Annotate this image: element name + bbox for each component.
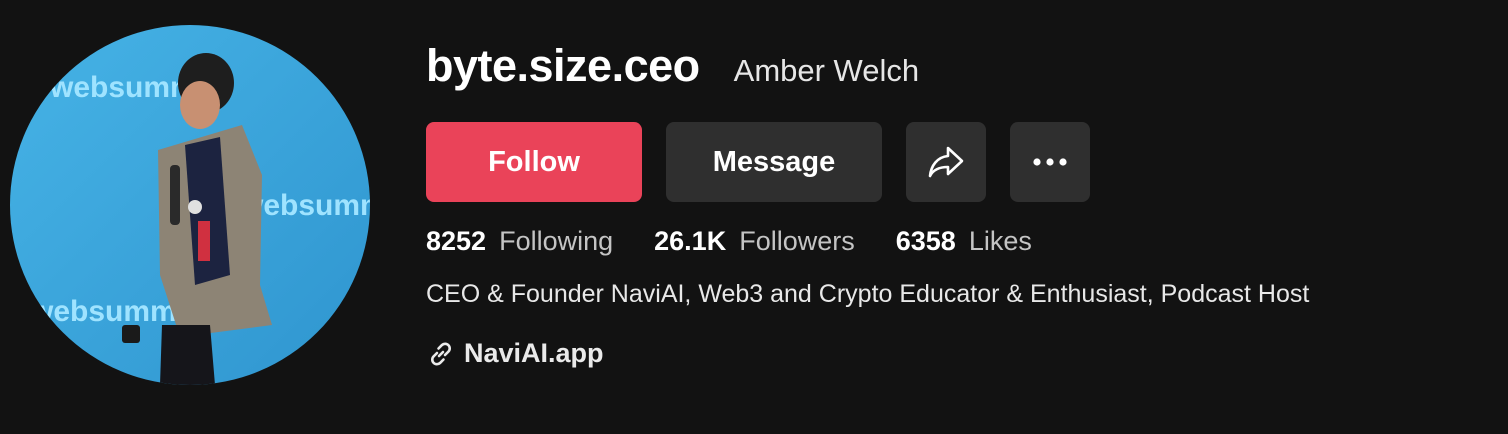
display-name: Amber Welch: [733, 53, 920, 88]
stat-label: Followers: [739, 226, 855, 256]
share-button[interactable]: [906, 122, 986, 202]
profile-bio: CEO & Founder NaviAI, Web3 and Crypto Ed…: [426, 280, 1310, 308]
stat-label: Likes: [968, 226, 1032, 256]
link-icon: [426, 339, 456, 369]
stat-value: 26.1K: [654, 226, 727, 256]
more-button[interactable]: [1010, 122, 1090, 202]
follow-button[interactable]: Follow: [426, 122, 642, 202]
profile-header: websummit websummit websummit byte.size.…: [0, 0, 1508, 434]
share-arrow-icon: [928, 146, 964, 178]
profile-stats: 8252 Following 26.1K Followers 6358 Like…: [426, 226, 1073, 257]
stat-label: Following: [499, 226, 614, 256]
message-button[interactable]: Message: [666, 122, 882, 202]
profile-info: byte.size.ceo Amber Welch Follow Message: [426, 40, 1309, 368]
avatar[interactable]: websummit websummit websummit: [10, 25, 370, 385]
username: byte.size.ceo: [426, 40, 700, 91]
stat-value: 8252: [426, 226, 487, 256]
link-text[interactable]: NaviAI.app: [464, 338, 604, 369]
action-buttons: Follow Message: [426, 122, 1090, 202]
more-dots-icon: [1033, 158, 1067, 166]
stat-followers[interactable]: 26.1K Followers: [654, 226, 855, 257]
profile-link[interactable]: NaviAI.app: [426, 338, 604, 369]
name-row: byte.size.ceo Amber Welch: [426, 40, 919, 100]
stat-likes: 6358 Likes: [896, 226, 1032, 257]
avatar-photo: websummit websummit websummit: [10, 25, 370, 385]
stat-following[interactable]: 8252 Following: [426, 226, 613, 257]
stat-value: 6358: [895, 226, 956, 256]
